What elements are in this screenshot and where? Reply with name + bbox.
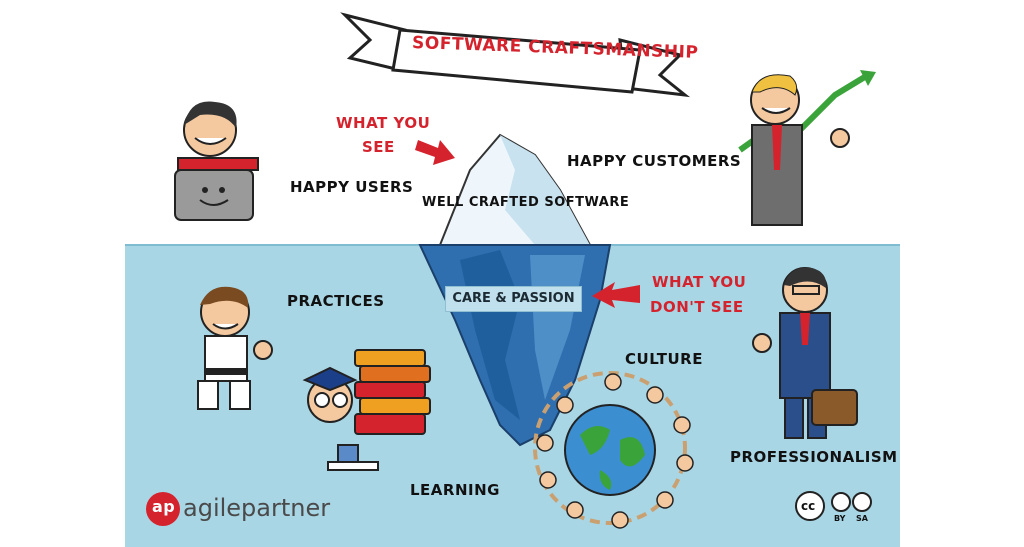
logo-mark-text: ap bbox=[152, 497, 176, 516]
arrow-what-you-see bbox=[415, 140, 455, 165]
what-you-dont-see-line1: WHAT YOU bbox=[652, 273, 747, 291]
well-crafted-software-label: WELL CRAFTED SOFTWARE bbox=[422, 195, 630, 210]
happy-users-label: HAPPY USERS bbox=[290, 178, 414, 196]
happy-customers-label: HAPPY CUSTOMERS bbox=[567, 152, 742, 170]
professionalism-label: PROFESSIONALISM bbox=[730, 448, 898, 466]
learning-label: LEARNING bbox=[410, 481, 500, 499]
cc-icon: cc bbox=[801, 499, 816, 513]
what-you-see-line2: SEE bbox=[362, 138, 395, 156]
culture-label: CULTURE bbox=[625, 350, 703, 368]
what-you-dont-see-line2: DON'T SEE bbox=[650, 298, 744, 316]
what-you-see-line1: WHAT YOU bbox=[336, 114, 431, 132]
by-icon-label: BY bbox=[834, 514, 846, 523]
infographic: SOFTWARE CRAFTSMANSHIP WHAT YOU SEE HAPP… bbox=[0, 0, 1024, 547]
care-passion-label: CARE & PASSION bbox=[445, 286, 582, 312]
agilepartner-logo-text: agilepartner bbox=[183, 494, 331, 522]
happy-user-figure bbox=[174, 101, 259, 221]
practices-label: PRACTICES bbox=[287, 292, 385, 310]
happy-customer-figure bbox=[738, 70, 876, 226]
sa-icon-label: SA bbox=[856, 514, 868, 523]
